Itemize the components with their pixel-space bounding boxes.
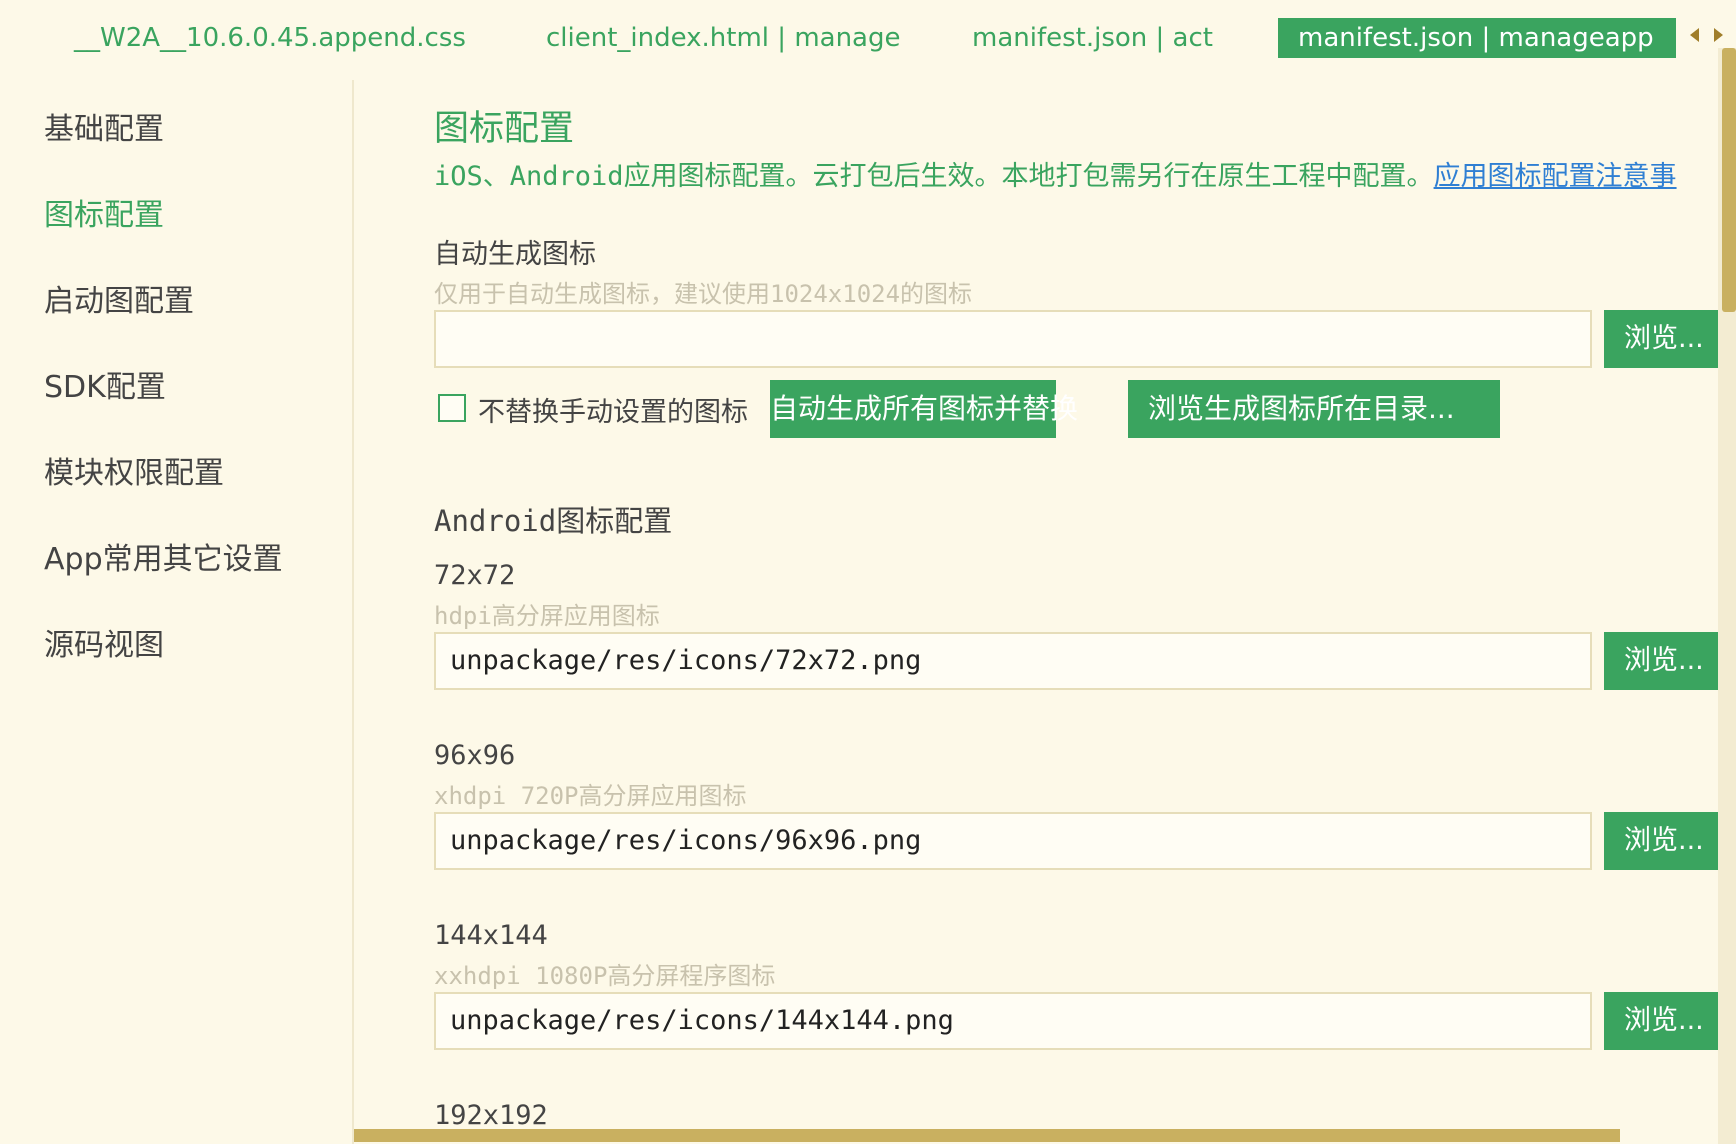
sidebar-item-source-view[interactable]: 源码视图	[44, 620, 164, 664]
tab-manifest-manageapp[interactable]: manifest.json | manageapp	[1278, 18, 1676, 58]
tab-manifest-act[interactable]: manifest.json | act	[972, 18, 1213, 58]
sidebar-item-icons[interactable]: 图标配置	[44, 190, 164, 234]
tab-scroll-right-icon[interactable]	[1714, 28, 1723, 42]
android-title-prefix: Android	[434, 504, 557, 538]
generate-all-icons-button[interactable]: 自动生成所有图标并替换	[770, 380, 1078, 438]
icon-72-hint: hdpi高分屏应用图标	[434, 602, 660, 630]
icon-144-size-label: 144x144	[434, 920, 548, 951]
sidebar-item-permissions[interactable]: 模块权限配置	[44, 448, 224, 492]
page-title: 图标配置	[434, 109, 575, 149]
sidebar-item-basic[interactable]: 基础配置	[44, 104, 164, 148]
description-platforms: iOS、Android	[434, 161, 624, 192]
open-icons-directory-button[interactable]: 浏览生成图标所在目录...	[1128, 380, 1500, 438]
icon-config-panel: 图标配置 iOS、Android应用图标配置。云打包后生效。本地打包需另行在原生…	[354, 72, 1726, 1144]
tab-client-index[interactable]: client_index.html | manage	[546, 18, 901, 58]
keep-manual-icons-checkbox[interactable]	[438, 394, 466, 422]
sidebar-item-splash[interactable]: 启动图配置	[44, 276, 194, 320]
icon-96-size-label: 96x96	[434, 740, 516, 771]
auto-generate-hint: 仅用于自动生成图标，建议使用1024x1024的图标	[434, 280, 973, 308]
auto-generate-source-field[interactable]	[434, 310, 1592, 368]
vertical-scrollbar-thumb[interactable]	[1722, 48, 1736, 312]
icon-144-path-field[interactable]: unpackage/res/icons/144x144.png	[434, 992, 1592, 1050]
android-title-suffix: 图标配置	[556, 504, 673, 538]
sidebar-item-sdk[interactable]: SDK配置	[44, 362, 166, 406]
horizontal-scrollbar[interactable]	[354, 1129, 1620, 1142]
keep-manual-icons-label: 不替换手动设置的图标	[478, 397, 748, 428]
icon-72-path-field[interactable]: unpackage/res/icons/72x72.png	[434, 632, 1592, 690]
icon-192-size-label: 192x192	[434, 1100, 548, 1131]
icon-96-browse-button[interactable]: 浏览...	[1604, 812, 1726, 870]
icon-notes-link[interactable]: 应用图标配置注意事	[1434, 161, 1677, 192]
icon-144-hint: xxhdpi 1080P高分屏程序图标	[434, 962, 776, 990]
icon-96-path-field[interactable]: unpackage/res/icons/96x96.png	[434, 812, 1592, 870]
auto-generate-browse-button[interactable]: 浏览...	[1604, 310, 1726, 368]
description-text: 应用图标配置。云打包后生效。本地打包需另行在原生工程中配置。	[623, 161, 1434, 192]
icon-144-browse-button[interactable]: 浏览...	[1604, 992, 1726, 1050]
icon-96-hint: xhdpi 720P高分屏应用图标	[434, 782, 747, 810]
icon-72-size-label: 72x72	[434, 560, 516, 591]
icon-72-browse-button[interactable]: 浏览...	[1604, 632, 1726, 690]
editor-tab-bar: __W2A__10.6.0.45.append.css client_index…	[0, 0, 1736, 72]
sidebar-item-other-settings[interactable]: App常用其它设置	[44, 534, 283, 578]
tab-scroll-left-icon[interactable]	[1690, 28, 1699, 42]
settings-sidebar: 基础配置 图标配置 启动图配置 SDK配置 模块权限配置 App常用其它设置 源…	[0, 80, 354, 1144]
page-description: iOS、Android应用图标配置。云打包后生效。本地打包需另行在原生工程中配置…	[434, 154, 1677, 193]
tab-append-css[interactable]: __W2A__10.6.0.45.append.css	[74, 18, 466, 58]
android-section-title: Android图标配置	[434, 498, 672, 540]
auto-generate-label: 自动生成图标	[434, 239, 596, 270]
